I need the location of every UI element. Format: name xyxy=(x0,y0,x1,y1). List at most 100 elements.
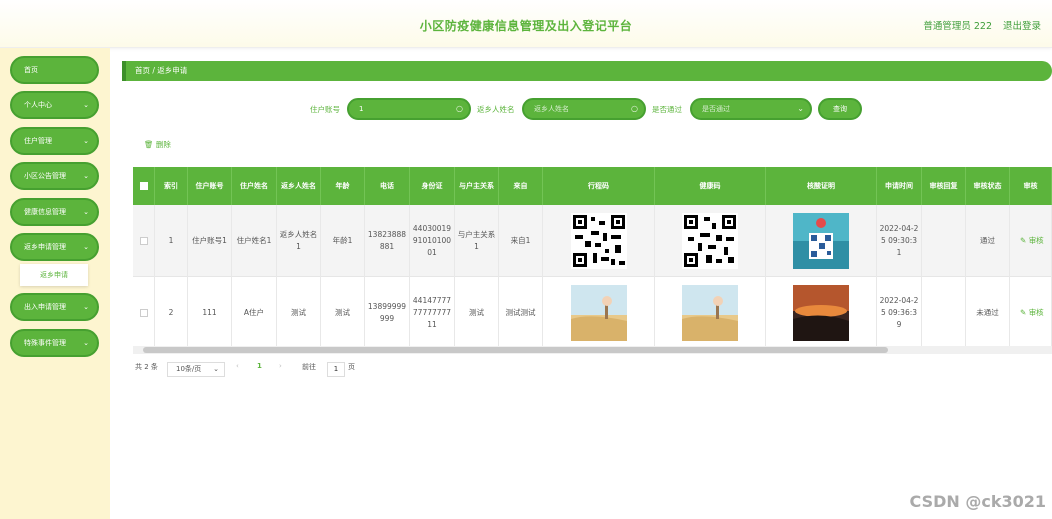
cell-account: 住户账号1 xyxy=(188,205,232,277)
sidebar-item-access[interactable]: 出入申请管理 ⌄ xyxy=(10,293,99,321)
cell-time: 2022-04-25 09:36:39 xyxy=(877,277,922,348)
edit-icon: ✎ xyxy=(1020,308,1027,317)
top-bar: 小区防疫健康信息管理及出入登记平台 普通管理员 222 退出登录 xyxy=(0,0,1052,48)
cell-account: 111 xyxy=(188,277,232,348)
sidebar-item-residents[interactable]: 住户管理 ⌄ xyxy=(10,127,99,155)
col-header: 住户姓名 xyxy=(232,167,277,205)
cell-phone: 13899999999 xyxy=(365,277,410,348)
chevron-down-icon: ⌄ xyxy=(83,303,89,311)
col-header: 申请时间 xyxy=(877,167,922,205)
chevron-down-icon: ⌄ xyxy=(83,208,89,216)
audit-button[interactable]: ✎ 审核 xyxy=(1010,277,1052,348)
chevron-down-icon: ⌄ xyxy=(83,137,89,145)
cell-reply xyxy=(922,205,966,277)
edit-icon: ✎ xyxy=(1020,236,1027,245)
sidebar-item-notices[interactable]: 小区公告管理 ⌄ xyxy=(10,162,99,190)
sidebar-item-home[interactable]: 首页 xyxy=(10,56,99,84)
search-icon: ○ xyxy=(631,104,638,113)
chevron-down-icon: ⌄ xyxy=(797,104,804,113)
page-number[interactable]: 1 xyxy=(257,362,262,370)
chevron-down-icon: ⌄ xyxy=(83,172,89,180)
cell-from: 来自1 xyxy=(499,205,543,277)
col-header: 与户主关系 xyxy=(455,167,499,205)
total-count: 共 2 条 xyxy=(135,363,158,371)
goto-label: 前往 xyxy=(302,363,316,371)
next-page-icon[interactable]: › xyxy=(279,362,282,370)
nucleic-proof-image xyxy=(766,277,877,348)
sidebar-item-return[interactable]: 返乡申请管理 ⌄ xyxy=(10,233,99,261)
cell-from: 测试测试 xyxy=(499,277,543,348)
table-row: 2 111 A住户 测试 测试 13899999999 441477777777… xyxy=(133,277,1052,348)
page-size-select[interactable]: 10条/页 ⌄ xyxy=(167,362,225,377)
col-header: 审核状态 xyxy=(966,167,1010,205)
breadcrumb: 首页 / 返乡申请 xyxy=(122,61,1052,81)
col-header: 住户账号 xyxy=(188,167,232,205)
pass-select[interactable]: 是否通过 ⌄ xyxy=(690,98,812,120)
col-header: 核酸证明 xyxy=(766,167,877,205)
prev-page-icon[interactable]: ‹ xyxy=(236,362,239,370)
account-input[interactable]: 1 ○ xyxy=(347,98,471,120)
trash-icon: 🗑 xyxy=(144,140,154,149)
table-row: 1 住户账号1 住户姓名1 返乡人姓名1 年龄1 13823888881 440… xyxy=(133,205,1052,277)
current-user: 普通管理员 222 xyxy=(923,21,992,32)
query-button[interactable]: 查询 xyxy=(818,98,862,120)
cell-reply xyxy=(922,277,966,348)
col-header: 电话 xyxy=(365,167,410,205)
chevron-down-icon: ⌄ xyxy=(83,339,89,347)
horizontal-scrollbar[interactable] xyxy=(133,346,1052,354)
app-title: 小区防疫健康信息管理及出入登记平台 xyxy=(419,19,633,33)
logout-link[interactable]: 退出登录 xyxy=(1003,18,1041,32)
table-header: 索引 住户账号 住户姓名 返乡人姓名 年龄 电话 身份证 与户主关系 来自 行程… xyxy=(133,167,1052,205)
col-header: 返乡人姓名 xyxy=(277,167,321,205)
col-header: 健康码 xyxy=(655,167,766,205)
row-checkbox[interactable] xyxy=(133,205,155,277)
cell-idcard: 441477777777777711 xyxy=(410,277,455,348)
cell-time: 2022-04-25 09:30:31 xyxy=(877,205,922,277)
select-all-checkbox[interactable] xyxy=(133,167,155,205)
returnee-label: 返乡人姓名 xyxy=(477,105,515,114)
col-header: 审核回复 xyxy=(922,167,966,205)
sidebar-item-events[interactable]: 特殊事件管理 ⌄ xyxy=(10,329,99,357)
account-label: 住户账号 xyxy=(310,105,340,114)
pass-label: 是否通过 xyxy=(652,105,682,114)
health-code-image xyxy=(655,277,766,348)
cell-phone: 13823888881 xyxy=(365,205,410,277)
row-checkbox[interactable] xyxy=(133,277,155,348)
cell-index: 2 xyxy=(155,277,188,348)
returnee-input[interactable]: 返乡人姓名 ○ xyxy=(522,98,646,120)
cell-age: 测试 xyxy=(321,277,365,348)
health-code-image xyxy=(655,205,766,277)
cell-relation: 与户主关系1 xyxy=(455,205,499,277)
scrollbar-thumb[interactable] xyxy=(143,347,888,353)
col-header: 索引 xyxy=(155,167,188,205)
cell-returnee: 返乡人姓名1 xyxy=(277,205,321,277)
goto-page-input[interactable]: 1 xyxy=(327,362,345,377)
sidebar-item-profile[interactable]: 个人中心 ⌄ xyxy=(10,91,99,119)
cell-status: 未通过 xyxy=(966,277,1010,348)
page-unit-label: 页 xyxy=(348,363,355,371)
sidebar-item-health[interactable]: 健康信息管理 ⌄ xyxy=(10,198,99,226)
search-icon: ○ xyxy=(456,104,463,113)
cell-relation: 测试 xyxy=(455,277,499,348)
delete-button[interactable]: 🗑 删除 xyxy=(144,139,171,150)
cell-name: 住户姓名1 xyxy=(232,205,277,277)
data-table: 索引 住户账号 住户姓名 返乡人姓名 年龄 电话 身份证 与户主关系 来自 行程… xyxy=(133,167,1052,348)
col-header: 审核 xyxy=(1010,167,1052,205)
chevron-down-icon: ⌄ xyxy=(213,365,219,373)
chevron-down-icon: ⌄ xyxy=(83,243,89,251)
audit-button[interactable]: ✎ 审核 xyxy=(1010,205,1052,277)
submenu-return-apply[interactable]: 返乡申请 xyxy=(20,264,88,286)
col-header: 行程码 xyxy=(543,167,655,205)
watermark: CSDN @ck3021 xyxy=(909,492,1046,511)
trip-code-image xyxy=(543,277,655,348)
col-header: 年龄 xyxy=(321,167,365,205)
cell-name: A住户 xyxy=(232,277,277,348)
col-header: 身份证 xyxy=(410,167,455,205)
cell-status: 通过 xyxy=(966,205,1010,277)
cell-index: 1 xyxy=(155,205,188,277)
cell-returnee: 测试 xyxy=(277,277,321,348)
cell-idcard: 440300199101010001 xyxy=(410,205,455,277)
nucleic-proof-image xyxy=(766,205,877,277)
cell-age: 年龄1 xyxy=(321,205,365,277)
chevron-down-icon: ⌄ xyxy=(83,101,89,109)
